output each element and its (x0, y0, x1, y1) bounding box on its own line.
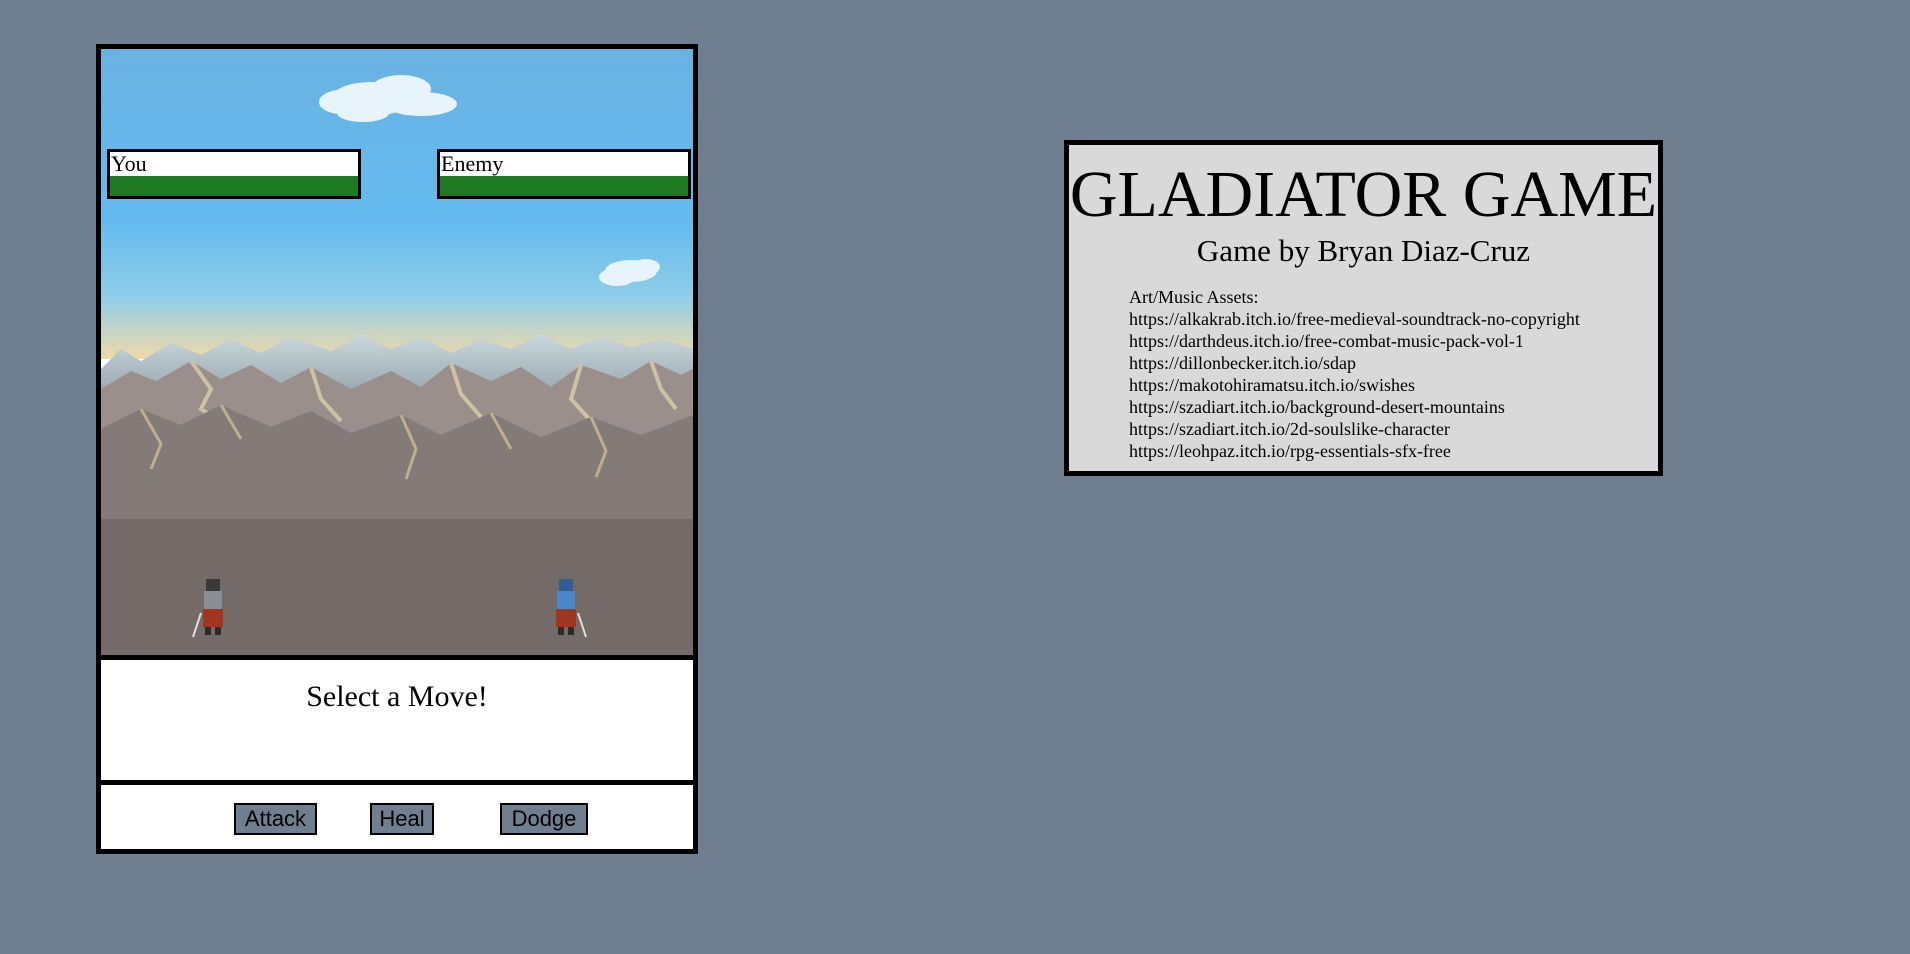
game-frame: You Enemy Select a Move! Attack Heal Dod… (96, 44, 698, 854)
battle-message: Select a Move! (306, 680, 488, 713)
asset-link: https://alkakrab.itch.io/free-medieval-s… (1129, 309, 1580, 329)
player-health-panel: You (107, 149, 361, 199)
player-health-bar (110, 176, 358, 196)
message-panel: Select a Move! (101, 660, 693, 785)
credits-panel: GLADIATOR GAME Game by Bryan Diaz-Cruz A… (1064, 140, 1663, 476)
action-panel: Attack Heal Dodge (101, 785, 693, 849)
asset-link: https://szadiart.itch.io/background-dese… (1129, 397, 1505, 417)
asset-link: https://leohpaz.itch.io/rpg-essentials-s… (1129, 441, 1451, 461)
enemy-health-bar (440, 176, 688, 196)
dodge-button[interactable]: Dodge (500, 803, 588, 835)
asset-link: https://makotohiramatsu.itch.io/swishes (1129, 375, 1415, 395)
asset-credits-list: Art/Music Assets: https://alkakrab.itch.… (1129, 286, 1580, 462)
author-line: Game by Bryan Diaz-Cruz (1196, 233, 1531, 268)
enemy-name-label: Enemy (441, 151, 504, 176)
asset-link: https://dillonbecker.itch.io/sdap (1129, 353, 1356, 373)
attack-button[interactable]: Attack (234, 803, 317, 835)
player-name-label: You (111, 151, 147, 176)
asset-link: https://szadiart.itch.io/2d-soulslike-ch… (1129, 419, 1450, 439)
battle-arena: You Enemy (101, 49, 693, 660)
heal-button[interactable]: Heal (370, 803, 434, 835)
enemy-health-panel: Enemy (437, 149, 691, 199)
assets-heading: Art/Music Assets: (1129, 287, 1259, 307)
game-title: GLADIATOR GAME (1069, 158, 1658, 231)
asset-link: https://darthdeus.itch.io/free-combat-mu… (1129, 331, 1524, 351)
arena-background (101, 49, 693, 655)
